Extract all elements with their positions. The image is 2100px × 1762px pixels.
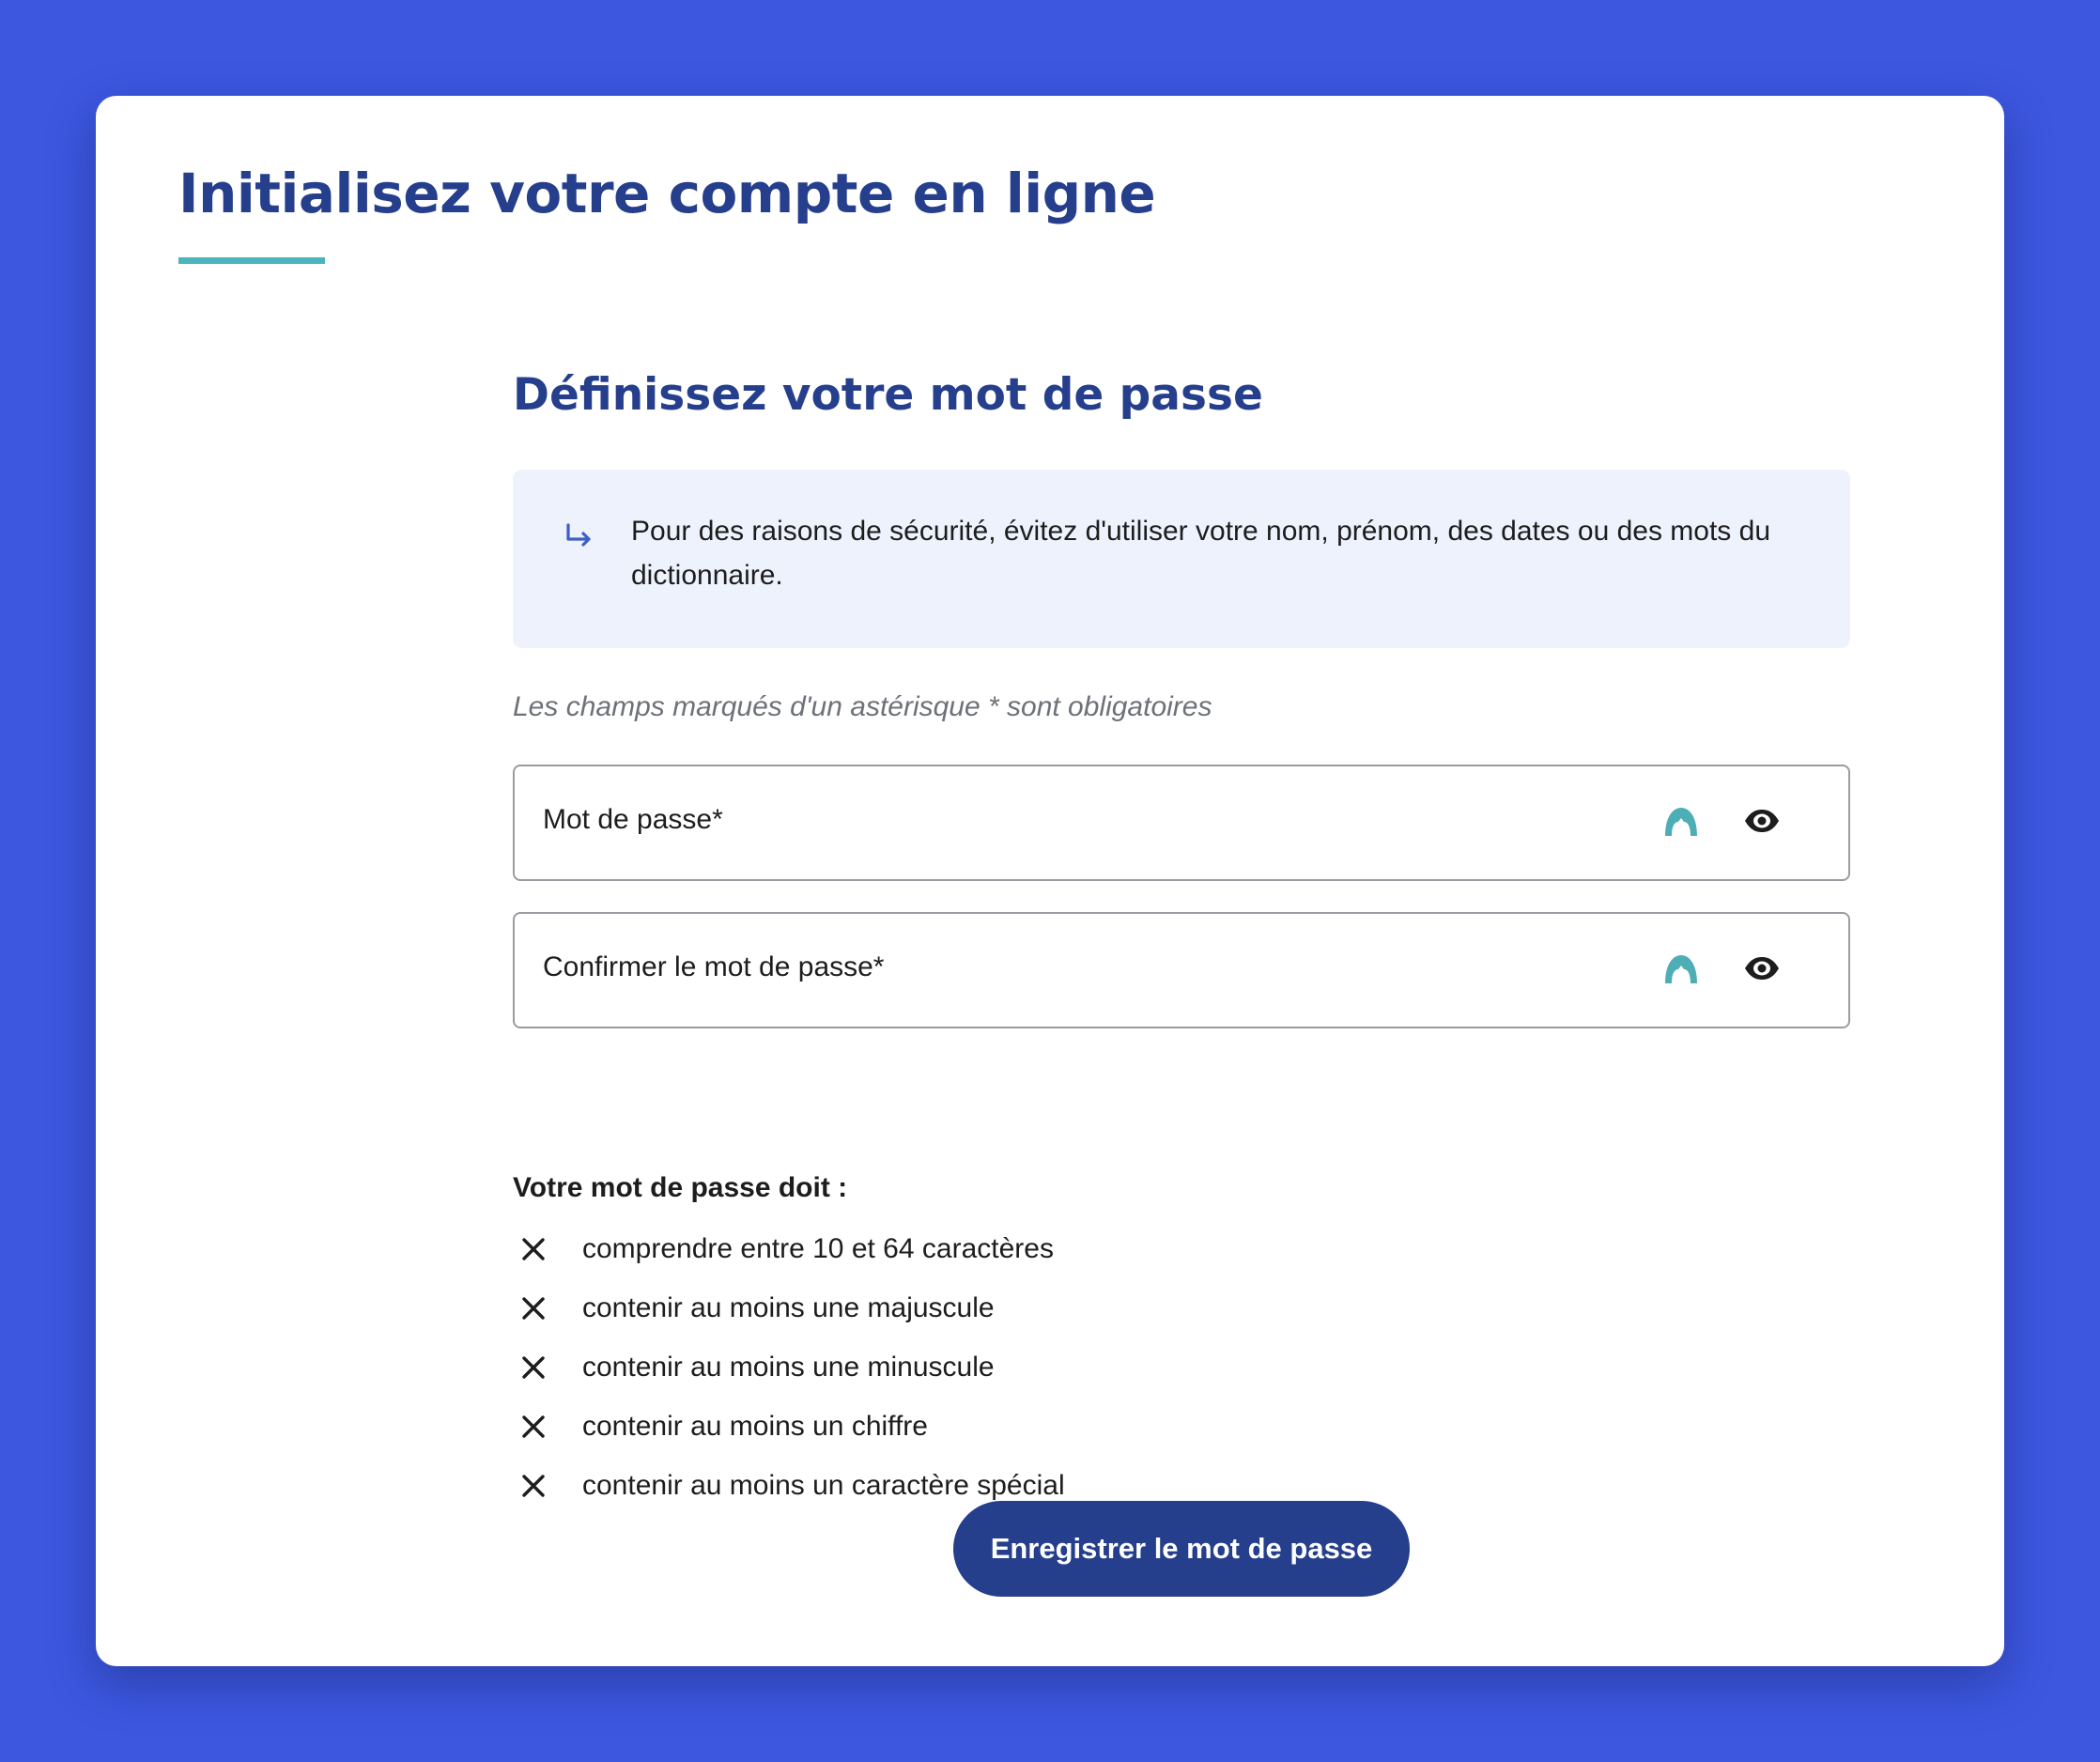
cross-icon (522, 1296, 545, 1320)
password-rule-text: contenir au moins un chiffre (582, 1410, 928, 1442)
security-info-box: Pour des raisons de sécurité, évitez d'u… (513, 470, 1850, 648)
password-manager-icon[interactable] (1662, 804, 1700, 838)
confirm-password-field-label: Confirmer le mot de passe* (543, 951, 885, 982)
password-field-label: Mot de passe* (543, 804, 723, 835)
password-rule-text: comprendre entre 10 et 64 caractères (582, 1232, 1054, 1264)
cross-icon (522, 1414, 545, 1438)
password-rule-text: contenir au moins une minuscule (582, 1351, 995, 1383)
password-rule-text: contenir au moins une majuscule (582, 1291, 995, 1323)
password-field[interactable]: Mot de passe* (513, 765, 1850, 881)
save-password-button[interactable]: Enregistrer le mot de passe (953, 1501, 1410, 1597)
page-title: Initialisez votre compte en ligne (178, 162, 1156, 225)
password-rule: contenir au moins une majuscule (513, 1278, 1065, 1337)
required-fields-note: Les champs marqués d'un astérisque * son… (513, 691, 1212, 722)
password-rule: contenir au moins un chiffre (513, 1397, 1065, 1456)
title-underline (178, 257, 325, 264)
password-manager-icon[interactable] (1662, 951, 1700, 985)
form-card: Initialisez votre compte en ligne Défini… (96, 96, 2004, 1666)
password-rule: comprendre entre 10 et 64 caractères (513, 1219, 1065, 1278)
password-rules-list: comprendre entre 10 et 64 caractères con… (513, 1219, 1065, 1515)
eye-icon[interactable] (1743, 808, 1781, 834)
cross-icon (522, 1355, 545, 1379)
password-rule: contenir au moins une minuscule (513, 1337, 1065, 1397)
password-rules-title: Votre mot de passe doit : (513, 1172, 848, 1203)
eye-icon[interactable] (1743, 955, 1781, 981)
section-title: Définissez votre mot de passe (513, 369, 1263, 421)
arrow-return-right-icon (566, 523, 591, 547)
cross-icon (522, 1237, 545, 1260)
password-rule-text: contenir au moins un caractère spécial (582, 1469, 1065, 1501)
security-info-text: Pour des raisons de sécurité, évitez d'u… (631, 516, 1771, 591)
cross-icon (522, 1474, 545, 1497)
confirm-password-field[interactable]: Confirmer le mot de passe* (513, 912, 1850, 1028)
